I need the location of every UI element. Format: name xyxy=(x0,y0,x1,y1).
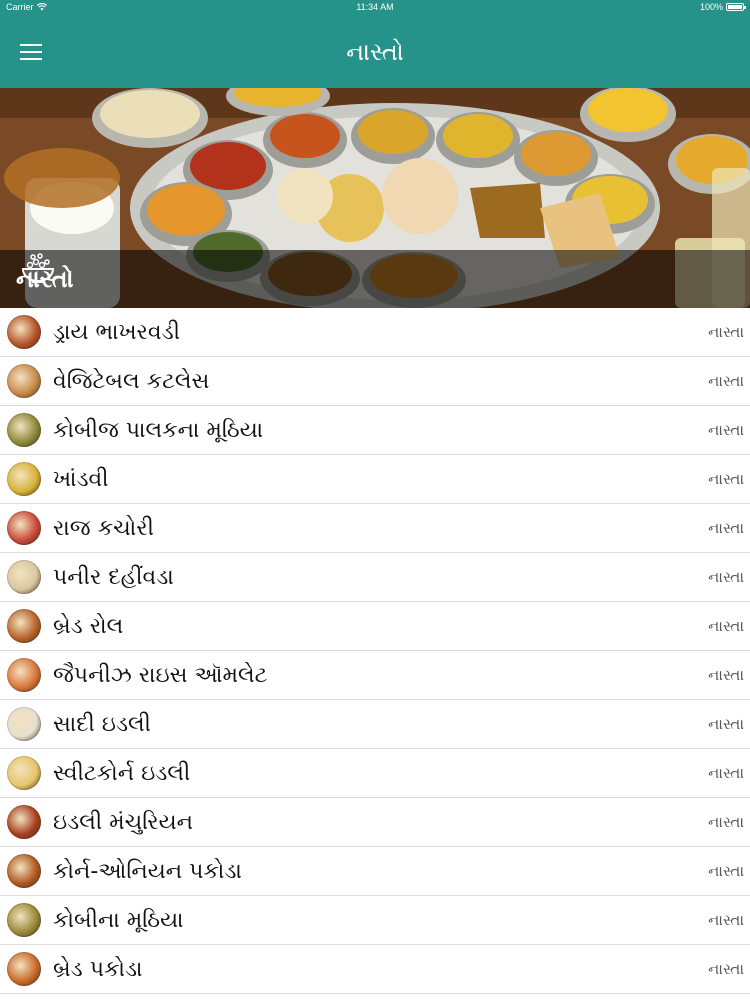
recipe-thumbnail xyxy=(7,364,41,398)
battery-indicator: 100% xyxy=(699,2,746,12)
recipe-name: સ્વીટકોર્ન ઇડલી xyxy=(53,760,191,786)
recipe-category: નાસ્તા xyxy=(708,519,744,537)
recipe-category: નાસ્તા xyxy=(708,666,744,684)
recipe-thumbnail xyxy=(7,560,41,594)
recipe-name: ઇડલી મંચુરિયન xyxy=(53,809,194,835)
recipe-name: કોબીના મૂઠિયા xyxy=(53,907,184,933)
recipe-name: રાજ કચોરી xyxy=(53,515,154,541)
list-item[interactable]: ઇડલી મંચુરિયન નાસ્તા xyxy=(0,798,750,847)
list-item[interactable]: સાદી ઇડલી નાસ્તા xyxy=(0,700,750,749)
list-item[interactable]: સ્વીટકોર્ન ઇડલી નાસ્તા xyxy=(0,749,750,798)
recipe-category: નાસ્તા xyxy=(708,715,744,733)
list-item[interactable]: કોબીના મૂઠિયા નાસ્તા xyxy=(0,896,750,945)
recipe-thumbnail xyxy=(7,511,41,545)
recipe-thumbnail xyxy=(7,609,41,643)
recipe-name: કોર્ન-ઓનિયન પકોડા xyxy=(53,858,242,884)
recipe-name: ડ્રાય ભાખરવડી xyxy=(53,319,181,345)
list-item[interactable]: ડ્રાય ભાખરવડી નાસ્તા xyxy=(0,308,750,357)
list-item[interactable]: બ્રેડ રોલ નાસ્તા xyxy=(0,602,750,651)
recipe-category: નાસ્તા xyxy=(708,862,744,880)
list-item[interactable]: ખાંડવી નાસ્તા xyxy=(0,455,750,504)
page-title: નાસ્તો xyxy=(346,38,404,66)
recipe-name: પનીર દહીંવડા xyxy=(53,564,174,590)
recipe-category: નાસ્તા xyxy=(708,470,744,488)
recipe-thumbnail xyxy=(7,854,41,888)
recipe-thumbnail xyxy=(7,952,41,986)
recipe-category: નાસ્તા xyxy=(708,617,744,635)
battery-icon xyxy=(726,3,746,11)
recipe-name: જૈપનીઝ રાઇસ ઑમલેટ xyxy=(53,662,268,688)
recipe-thumbnail xyxy=(7,315,41,349)
list-item[interactable]: વેજિટેબલ કટલેસ નાસ્તા xyxy=(0,357,750,406)
list-item[interactable]: રાજ કચોરી નાસ્તા xyxy=(0,504,750,553)
recipe-category: નાસ્તા xyxy=(708,568,744,586)
recipe-name: બ્રેડ રોલ xyxy=(53,613,124,639)
list-item[interactable]: કોબીજ પાલકના મૂઠિયા નાસ્તા xyxy=(0,406,750,455)
status-bar: Carrier 11:34 AM 100% xyxy=(0,0,750,16)
recipe-category: નાસ્તા xyxy=(708,421,744,439)
recipe-thumbnail xyxy=(7,756,41,790)
recipe-category: નાસ્તા xyxy=(708,764,744,782)
recipe-thumbnail xyxy=(7,707,41,741)
list-item[interactable]: કોર્ન-ઓનિયન પકોડા નાસ્તા xyxy=(0,847,750,896)
banner-caption-bar: નાસ્તો xyxy=(0,250,750,308)
recipe-thumbnail xyxy=(7,658,41,692)
category-banner: નાસ્તો xyxy=(0,88,750,308)
list-item[interactable]: પનીર દહીંવડા નાસ્તા xyxy=(0,553,750,602)
recipe-category: નાસ્તા xyxy=(708,911,744,929)
status-time: 11:34 AM xyxy=(356,2,394,12)
recipe-category: નાસ્તા xyxy=(708,372,744,390)
recipe-name: બ્રેડ પકોડા xyxy=(53,956,143,982)
recipe-name: કોબીજ પાલકના મૂઠિયા xyxy=(53,417,264,443)
recipe-name: સાદી ઇડલી xyxy=(53,711,151,737)
list-item[interactable]: જૈપનીઝ રાઇસ ઑમલેટ નાસ્તા xyxy=(0,651,750,700)
recipe-thumbnail xyxy=(7,805,41,839)
recipe-name: ખાંડવી xyxy=(53,466,109,492)
food-bowl-icon xyxy=(21,253,55,283)
recipe-thumbnail xyxy=(7,462,41,496)
recipe-list: ડ્રાય ભાખરવડી નાસ્તા વેજિટેબલ કટલેસ નાસ્તા ક… xyxy=(0,308,750,994)
battery-percent: 100% xyxy=(699,2,723,12)
recipe-name: વેજિટેબલ કટલેસ xyxy=(53,368,210,394)
battery-level-fill xyxy=(728,5,742,9)
list-item[interactable]: બ્રેડ પકોડા નાસ્તા xyxy=(0,945,750,994)
recipe-thumbnail xyxy=(7,413,41,447)
recipe-thumbnail xyxy=(7,903,41,937)
recipe-category: નાસ્તા xyxy=(708,813,744,831)
navigation-bar: નાસ્તો xyxy=(0,16,750,88)
recipe-category: નાસ્તા xyxy=(708,960,744,978)
recipe-category: નાસ્તા xyxy=(708,323,744,341)
